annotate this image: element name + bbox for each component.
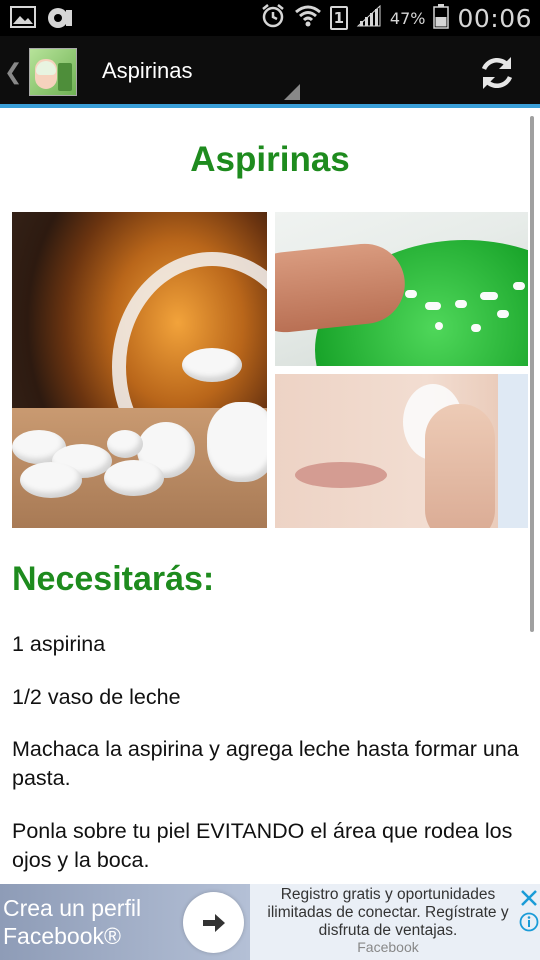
- back-chevron-icon[interactable]: ❮: [4, 60, 22, 85]
- section-heading: Necesitarás:: [12, 560, 215, 598]
- ad-cta-text[interactable]: Crea un perfil Facebook®: [3, 894, 141, 950]
- status-bar: 1 47% 00:06: [0, 0, 540, 36]
- app-logo[interactable]: [29, 48, 77, 96]
- media-icon: [46, 6, 74, 34]
- ingredient-item: 1/2 vaso de leche: [12, 685, 181, 709]
- wifi-icon: [294, 4, 322, 32]
- ad-cta-line2: Facebook®: [3, 923, 121, 949]
- scrollbar[interactable]: [530, 116, 534, 632]
- ad-cta-line1: Crea un perfil: [3, 895, 142, 921]
- ad-source: Facebook: [357, 939, 419, 955]
- ad-description[interactable]: Registro gratis y oportunidades ilimitad…: [258, 886, 518, 940]
- gallery-icon: [10, 6, 36, 34]
- battery-icon: [433, 3, 450, 33]
- close-icon[interactable]: [519, 888, 539, 908]
- green-bowl-photo: [275, 212, 528, 366]
- article-content[interactable]: Aspirinas Necesitarás: 1 aspirina 1/2 va…: [0, 112, 540, 884]
- face-cream-photo: [275, 374, 528, 528]
- refresh-button[interactable]: [476, 52, 518, 94]
- ad-arrow-button[interactable]: [183, 892, 244, 953]
- info-icon[interactable]: [519, 912, 539, 932]
- ad-banner[interactable]: Crea un perfil Facebook® Registro gratis…: [0, 884, 540, 960]
- hero-image: [12, 212, 528, 528]
- instruction-paragraph: Machaca la aspirina y agrega leche hasta…: [12, 737, 519, 790]
- sim-slot-icon: 1: [329, 6, 348, 30]
- action-bar-title[interactable]: Aspirinas: [102, 58, 192, 84]
- page-title: Aspirinas: [190, 140, 350, 179]
- clock: 00:06: [457, 3, 532, 33]
- ingredient-item: 1 aspirina: [12, 632, 106, 656]
- instruction-paragraph: Ponla sobre tu piel EVITANDO el área que…: [12, 819, 513, 872]
- refresh-icon: [481, 57, 513, 89]
- arrow-right-icon: [202, 913, 225, 932]
- signal-icon: [356, 4, 382, 32]
- pills-photo: [12, 212, 267, 528]
- dropdown-indicator-icon: [284, 84, 300, 100]
- action-bar: ❮ Aspirinas: [0, 36, 540, 108]
- alarm-icon: [260, 3, 286, 33]
- battery-percent: 47%: [389, 8, 426, 28]
